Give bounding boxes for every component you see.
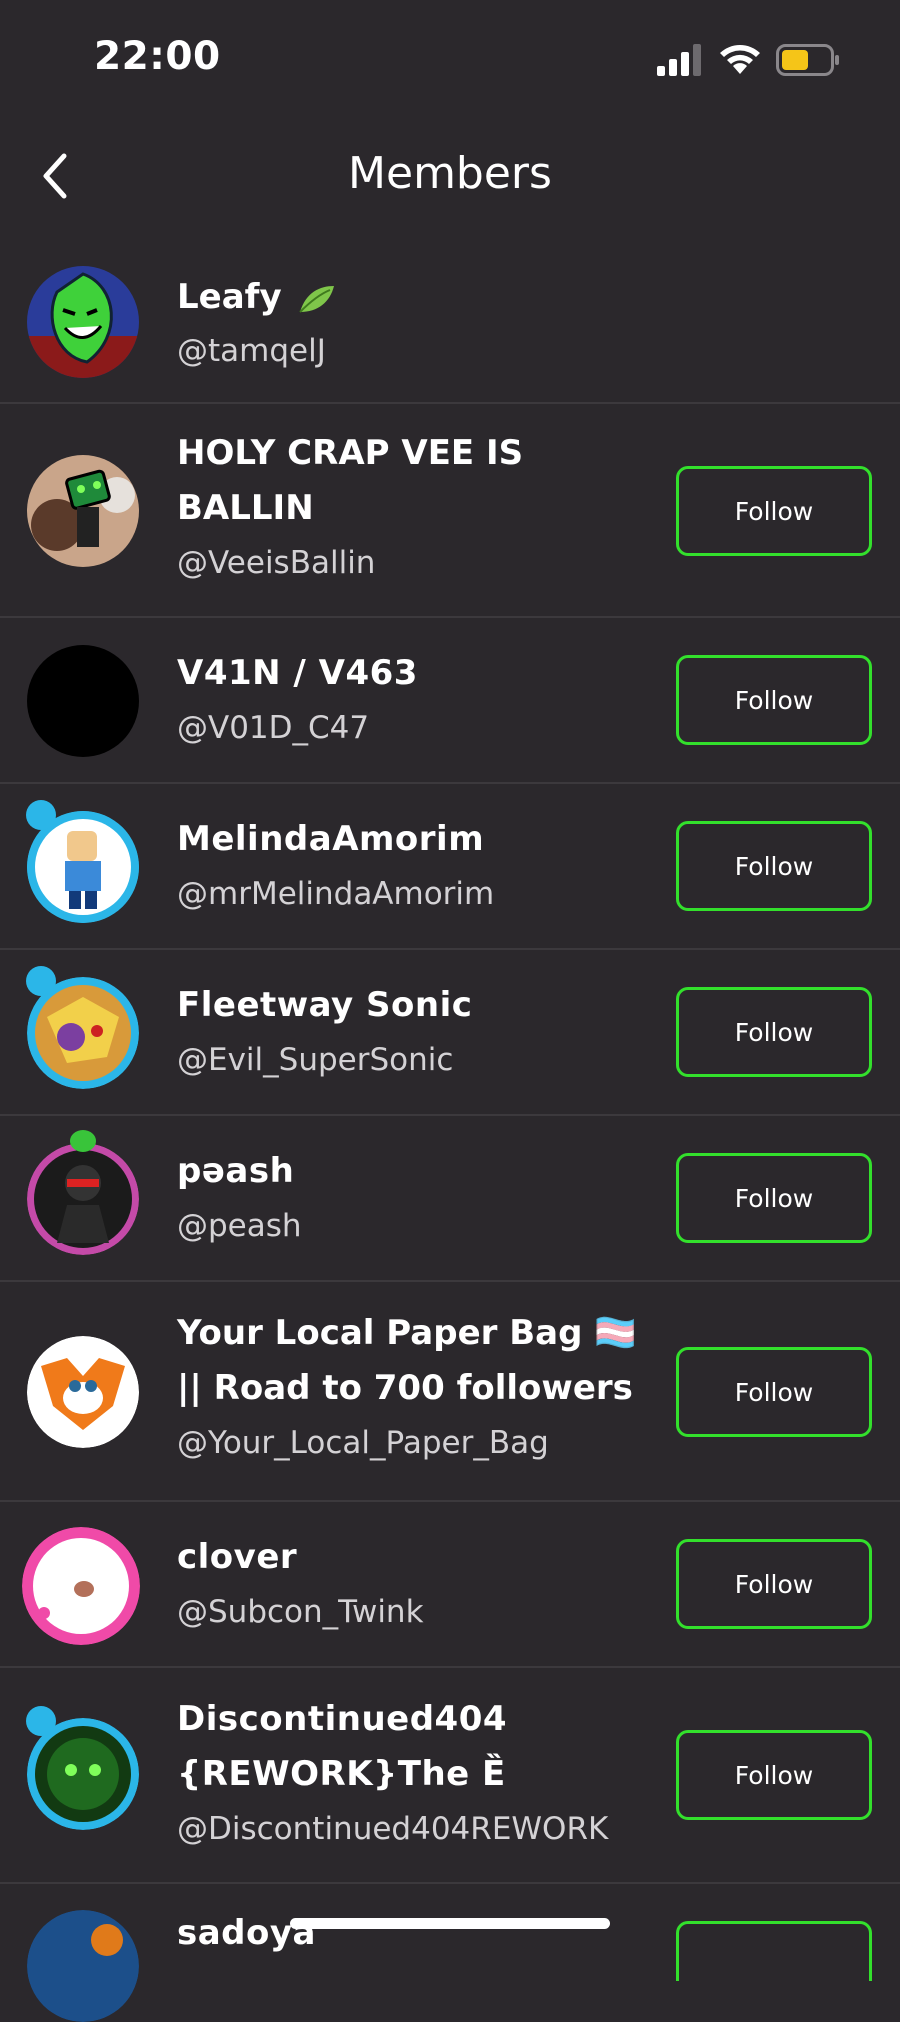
member-handle: @mrMelindaAmorim: [177, 876, 495, 912]
member-name: V41N / V463: [177, 653, 418, 693]
home-indicator[interactable]: [290, 1918, 610, 1929]
member-name: clover: [177, 1537, 298, 1577]
status-bar: 22:00: [0, 0, 900, 120]
member-name: Leafy: [177, 270, 657, 324]
member-row[interactable]: pəash @peash Follow: [0, 1116, 900, 1282]
member-row[interactable]: clover @Subcon_Twink Follow: [0, 1502, 900, 1668]
member-handle: @Your_Local_Paper_Bag: [177, 1425, 549, 1461]
member-row[interactable]: MelindaAmorim @mrMelindaAmorim Follow: [0, 784, 900, 950]
leaf-emoji-icon: [298, 285, 334, 313]
member-name: Fleetway Sonic: [177, 985, 473, 1025]
member-name: sadoya: [177, 1913, 316, 1953]
member-handle: @Subcon_Twink: [177, 1594, 424, 1630]
member-handle: @V01D_C47: [177, 710, 370, 746]
battery-icon: [776, 44, 839, 76]
avatar[interactable]: [27, 266, 139, 378]
avatar[interactable]: [27, 1336, 139, 1448]
frame-badge-icon: [26, 966, 56, 996]
member-row[interactable]: Leafy @tamqelJ: [0, 240, 900, 404]
avatar[interactable]: [27, 1910, 139, 2022]
member-row[interactable]: HOLY CRAP VEE IS BALLIN @VeeisBallin Fol…: [0, 404, 900, 618]
avatar[interactable]: [27, 1143, 139, 1255]
header: Members: [0, 130, 900, 220]
follow-button[interactable]: Follow: [676, 1730, 872, 1820]
member-name: HOLY CRAP VEE IS BALLIN: [177, 433, 524, 528]
follow-button[interactable]: Follow: [676, 1153, 872, 1243]
cellular-signal-icon: [657, 44, 701, 76]
follow-button[interactable]: Follow: [676, 655, 872, 745]
status-time: 22:00: [94, 34, 221, 79]
frame-badge-icon: [70, 1130, 96, 1152]
frame-badge-icon: [26, 800, 56, 830]
avatar[interactable]: [22, 1527, 140, 1645]
member-row[interactable]: Fleetway Sonic @Evil_SuperSonic Follow: [0, 950, 900, 1116]
member-handle: @Evil_SuperSonic: [177, 1042, 454, 1078]
member-handle: @Discontinued404REWORK: [177, 1811, 609, 1847]
follow-button[interactable]: [676, 1921, 872, 1981]
wifi-icon: [720, 45, 760, 74]
page-title: Members: [348, 148, 552, 199]
member-row[interactable]: Discontinued404 {REWORK}The Ȅ Spam... @D…: [0, 1668, 900, 1884]
member-row[interactable]: Your Local Paper Bag 🏳️‍⚧️ || Road to 70…: [0, 1282, 900, 1502]
follow-button[interactable]: Follow: [676, 1347, 872, 1437]
member-handle: @tamqelJ: [177, 333, 326, 369]
follow-button[interactable]: Follow: [676, 987, 872, 1077]
member-name: Your Local Paper Bag 🏳️‍⚧️ || Road to 70…: [177, 1313, 637, 1408]
avatar[interactable]: [27, 455, 139, 567]
follow-button[interactable]: Follow: [676, 466, 872, 556]
member-handle: @peash: [177, 1208, 302, 1244]
frame-badge-icon: [26, 1706, 56, 1736]
avatar[interactable]: [27, 645, 139, 757]
member-row[interactable]: sadoya: [0, 1884, 900, 2022]
follow-button[interactable]: Follow: [676, 1539, 872, 1629]
member-row[interactable]: V41N / V463 @V01D_C47 Follow: [0, 618, 900, 784]
follow-button[interactable]: Follow: [676, 821, 872, 911]
member-list: Leafy @tamqelJ HOLY CRAP VEE IS BALLIN @…: [0, 240, 900, 2022]
member-name: Discontinued404 {REWORK}The Ȅ Spam...: [177, 1699, 508, 1794]
member-name: MelindaAmorim: [177, 819, 485, 859]
member-name: pəash: [177, 1151, 295, 1191]
member-handle: @VeeisBallin: [177, 545, 376, 581]
